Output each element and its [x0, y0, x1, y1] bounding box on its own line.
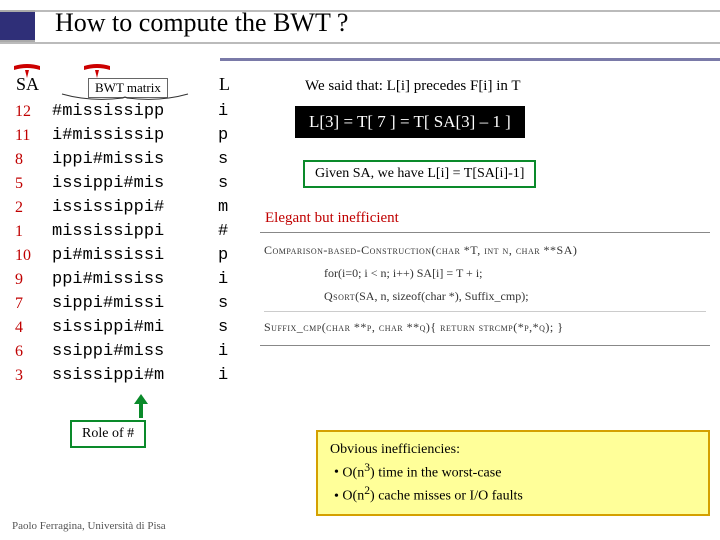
elegant-text: Elegant but inefficient — [265, 210, 399, 227]
l-column: i p s s m # p i s s i i — [218, 100, 228, 388]
role-of-hash-box: Role of # — [70, 420, 146, 448]
title-rule-bottom — [0, 42, 720, 44]
code-fn-name: Comparison-based-Construction(char *T, i… — [264, 243, 577, 257]
title-underline — [220, 58, 720, 61]
inefficiency-item: O(n2) cache misses or I/O faults — [334, 483, 696, 506]
page-title: How to compute the BWT ? — [55, 8, 348, 38]
arrow-up-icon — [130, 392, 152, 420]
inefficiencies-title: Obvious inefficiencies: — [330, 440, 696, 460]
formula-highlight-box: L[3] = T[ 7 ] = T[ SA[3] – 1 ] — [295, 106, 525, 138]
formula-box: Given SA, we have L[i] = T[SA[i]-1] — [303, 160, 536, 188]
inefficiencies-box: Obvious inefficiencies: O(n3) time in th… — [316, 430, 710, 516]
we-said-text: We said that: L[i] precedes F[i] in T — [305, 78, 521, 95]
title-accent-block — [0, 10, 35, 42]
footer-credit: Paolo Ferragina, Università di Pisa — [12, 520, 166, 532]
sa-header: SA — [16, 74, 39, 95]
code-listing: Comparison-based-Construction(char *T, i… — [260, 232, 710, 346]
sa-column: 12 11 8 5 2 1 10 9 7 4 6 3 — [15, 100, 31, 388]
title-bar: How to compute the BWT ? — [0, 10, 720, 58]
code-cmp: Suffix_cmp(char **p, char **q){ return s… — [264, 320, 564, 334]
code-line: for(i=0; i < n; i++) SA[i] = T + i; — [264, 262, 706, 285]
inefficiency-item: O(n3) time in the worst-case — [334, 460, 696, 483]
code-line: Qsort(SA, n, sizeof(char *), Suffix_cmp)… — [264, 285, 706, 308]
l-header: L — [219, 74, 230, 95]
bwt-matrix-column: #mississipp i#mississip ippi#missis issi… — [52, 100, 164, 388]
